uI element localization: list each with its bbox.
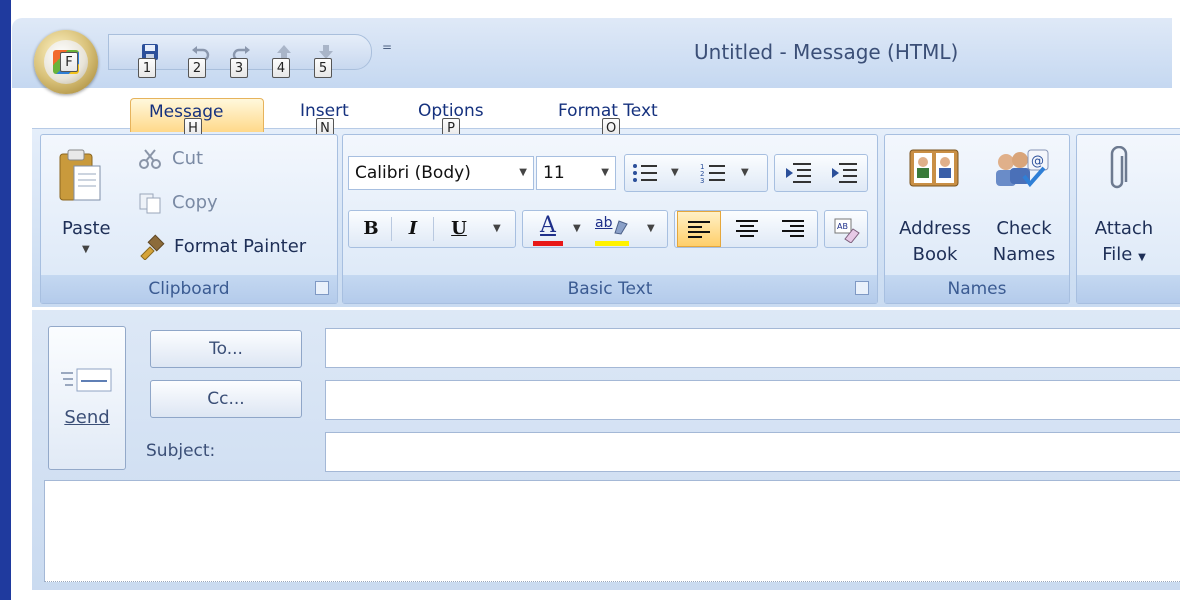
send-icon <box>61 368 112 392</box>
attach-file-label-1: Attach <box>1094 218 1154 239</box>
qat-key-tip-1: 1 <box>138 58 156 78</box>
check-names-label-2: Names <box>992 244 1056 265</box>
list-button-set: ▼ 1 2 3 ▼ <box>624 154 768 192</box>
group-label-text: Basic Text <box>567 279 653 299</box>
copy-icon[interactable] <box>138 192 164 214</box>
chevron-down-icon[interactable]: ▼ <box>741 167 749 178</box>
indent-button-set <box>774 154 868 192</box>
font-name-value: Calibri (Body) <box>355 163 471 183</box>
bullets-icon[interactable] <box>631 161 659 185</box>
font-color-swatch <box>533 241 563 246</box>
align-right-icon <box>782 220 804 237</box>
format-painter-button[interactable]: Format Painter <box>174 236 306 257</box>
to-button[interactable]: To... <box>150 330 302 368</box>
message-body-editor[interactable] <box>44 480 1180 582</box>
group-label-text: Names <box>947 279 1007 299</box>
include-group-label <box>1077 275 1180 303</box>
paperclip-icon[interactable] <box>1106 146 1130 196</box>
paste-dropdown-icon[interactable]: ▼ <box>82 244 90 255</box>
qat-key-tip-4: 4 <box>272 58 290 78</box>
separator <box>391 217 392 241</box>
paste-icon[interactable] <box>58 146 104 206</box>
format-painter-icon[interactable] <box>138 234 166 260</box>
align-right-button[interactable] <box>773 211 813 247</box>
cut-icon[interactable] <box>138 148 164 170</box>
chevron-down-icon[interactable]: ▼ <box>671 167 679 178</box>
highlight-color-swatch <box>595 241 629 246</box>
numbering-icon[interactable]: 1 2 3 <box>699 161 727 185</box>
attach-file-label-2: File ▼ <box>1084 242 1164 271</box>
basic-text-dialog-launcher-icon[interactable] <box>855 281 869 295</box>
qat-key-tip-3: 3 <box>230 58 248 78</box>
align-left-button[interactable] <box>677 211 721 247</box>
group-label-text: Clipboard <box>148 279 230 299</box>
chevron-down-icon[interactable]: ▼ <box>647 223 655 234</box>
basic-text-group-label: Basic Text <box>343 275 877 303</box>
cc-field[interactable] <box>325 380 1180 420</box>
chevron-down-icon[interactable]: ▼ <box>493 223 501 234</box>
names-group-label: Names <box>885 275 1069 303</box>
font-size-value: 11 <box>543 163 565 183</box>
alignment-button-set <box>674 210 818 248</box>
svg-text:3: 3 <box>700 177 704 185</box>
check-names-label-1: Check <box>996 218 1052 239</box>
font-style-button-set: B I U ▼ <box>348 210 516 248</box>
customize-qat-dropdown-icon[interactable]: = <box>382 40 392 54</box>
decrease-indent-icon[interactable] <box>783 161 813 185</box>
window-title: Untitled - Message (HTML) <box>694 40 959 64</box>
svg-text:@: @ <box>1031 154 1044 169</box>
styles-button-set: AB <box>824 210 868 248</box>
highlighter-icon <box>614 220 628 235</box>
color-button-set: A ▼ ab ▼ <box>522 210 668 248</box>
svg-text:AB: AB <box>837 222 848 231</box>
send-label: Send <box>64 407 110 428</box>
office-button-key-tip: F <box>60 52 78 72</box>
check-names-button[interactable]: Check Names <box>984 216 1064 268</box>
bold-button[interactable]: B <box>353 211 389 247</box>
chevron-down-icon: ▼ <box>1138 252 1146 263</box>
qat-key-tip-2: 2 <box>188 58 206 78</box>
increase-indent-icon[interactable] <box>829 161 859 185</box>
address-book-icon[interactable] <box>908 146 962 192</box>
check-names-icon[interactable]: @ <box>990 146 1052 192</box>
chevron-down-icon[interactable]: ▼ <box>601 157 609 189</box>
font-size-combo[interactable]: 11 ▼ <box>536 156 616 190</box>
chevron-down-icon[interactable]: ▼ <box>519 157 527 189</box>
cut-button[interactable]: Cut <box>172 148 203 169</box>
clipboard-group-label: Clipboard <box>41 275 337 303</box>
subject-field[interactable] <box>325 432 1180 472</box>
separator <box>433 217 434 241</box>
align-center-icon <box>736 220 758 237</box>
paste-button[interactable]: Paste <box>62 218 111 239</box>
address-book-label-1: Address <box>899 218 971 239</box>
address-book-button[interactable]: Address Book <box>892 216 978 268</box>
send-button[interactable]: Send <box>48 326 126 470</box>
clipboard-dialog-launcher-icon[interactable] <box>315 281 329 295</box>
attach-file-button[interactable]: Attach File ▼ <box>1084 216 1164 271</box>
to-field[interactable] <box>325 328 1180 368</box>
window-bottom-edge <box>11 590 1180 600</box>
align-left-icon <box>688 221 710 238</box>
font-name-combo[interactable]: Calibri (Body) ▼ <box>348 156 534 190</box>
subject-label: Subject: <box>146 441 216 461</box>
underline-button[interactable]: U <box>441 211 477 247</box>
cc-button[interactable]: Cc... <box>150 380 302 418</box>
copy-button[interactable]: Copy <box>172 192 218 213</box>
chevron-down-icon[interactable]: ▼ <box>573 223 581 234</box>
clear-formatting-icon[interactable]: AB <box>833 217 861 243</box>
italic-button[interactable]: I <box>395 211 431 247</box>
center-button[interactable] <box>727 211 767 247</box>
highlight-button[interactable]: ab <box>595 215 629 241</box>
attach-file-text: File <box>1102 244 1133 265</box>
address-book-label-2: Book <box>912 244 958 265</box>
qat-key-tip-5: 5 <box>314 58 332 78</box>
highlight-label: ab <box>595 215 613 231</box>
